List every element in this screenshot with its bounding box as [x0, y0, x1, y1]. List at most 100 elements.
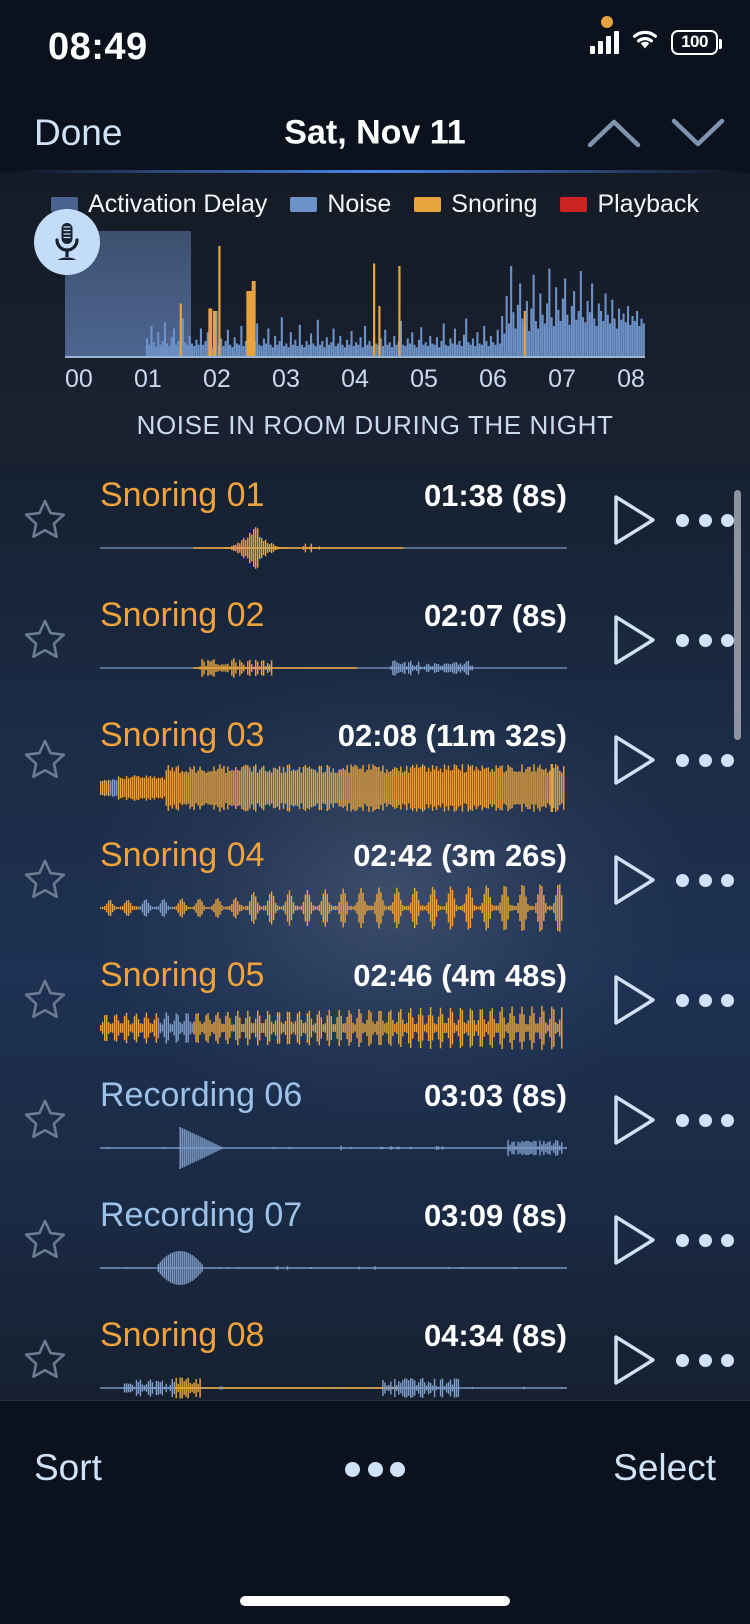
microphone-icon[interactable] — [34, 209, 100, 275]
chart-plot-area[interactable] — [34, 209, 645, 356]
list-item-title: Snoring 08 — [100, 1316, 265, 1354]
list-item-header: Snoring 08 04:34 (8s) — [100, 1316, 567, 1358]
star-outline-icon[interactable] — [22, 617, 68, 663]
list-item-time: 02:08 (11m 32s) — [337, 718, 567, 753]
ellipsis-icon[interactable] — [345, 1461, 405, 1477]
list-item[interactable]: Snoring 08 04:34 (8s) — [0, 1300, 750, 1400]
play-triangle-icon[interactable] — [610, 733, 658, 787]
x-tick: 07 — [548, 365, 576, 393]
ellipsis-icon[interactable] — [676, 1232, 734, 1248]
status-bar-icons: 100 — [590, 28, 722, 56]
noise-chart-panel[interactable]: Activation Delay Noise Snoring Playback — [0, 173, 750, 461]
list-item-title: Recording 07 — [100, 1196, 303, 1234]
legend-item-playback: Playback — [560, 190, 699, 219]
play-triangle-icon[interactable] — [610, 1093, 658, 1147]
list-item-title: Snoring 05 — [100, 956, 265, 994]
ellipsis-icon[interactable] — [676, 1112, 734, 1128]
chart-legend: Activation Delay Noise Snoring Playback — [0, 190, 750, 219]
ellipsis-icon[interactable] — [676, 992, 734, 1008]
list-item[interactable]: Snoring 04 02:42 (3m 26s) — [0, 820, 750, 940]
ellipsis-icon[interactable] — [676, 632, 734, 648]
legend-label-snoring: Snoring — [451, 190, 538, 218]
recordings-list[interactable]: Snoring 01 01:38 (8s) Snoring 02 02:07 (… — [0, 460, 750, 1400]
list-item[interactable]: Snoring 03 02:08 (11m 32s) — [0, 700, 750, 820]
list-item-title: Recording 06 — [100, 1076, 303, 1114]
list-item-time: 03:03 (8s) — [423, 1078, 567, 1113]
battery-level-label: 100 — [681, 32, 708, 51]
play-triangle-icon[interactable] — [610, 973, 658, 1027]
chart-x-axis: 00 01 02 03 04 05 06 07 08 — [65, 365, 645, 394]
list-item-header: Snoring 04 02:42 (3m 26s) — [100, 836, 567, 878]
play-triangle-icon[interactable] — [610, 493, 658, 547]
cellular-signal-icon — [590, 30, 619, 54]
list-item-title: Snoring 01 — [100, 476, 265, 514]
battery-icon: 100 — [671, 29, 722, 55]
list-item-waveform[interactable] — [100, 882, 567, 934]
play-triangle-icon[interactable] — [610, 853, 658, 907]
star-outline-icon[interactable] — [22, 737, 68, 783]
play-triangle-icon[interactable] — [610, 1333, 658, 1387]
list-item-title: Snoring 03 — [100, 716, 265, 754]
status-bar-time: 08:49 — [48, 26, 148, 68]
list-item-time: 02:07 (8s) — [423, 598, 567, 633]
x-tick: 08 — [617, 365, 645, 393]
x-tick: 00 — [65, 365, 93, 393]
list-item-time: 02:46 (4m 48s) — [353, 958, 567, 993]
list-item[interactable]: Recording 06 03:03 (8s) — [0, 1060, 750, 1180]
list-item-header: Snoring 03 02:08 (11m 32s) — [100, 716, 567, 758]
x-tick: 01 — [134, 365, 162, 393]
chart-caption: NOISE IN ROOM DURING THE NIGHT — [136, 410, 614, 440]
ellipsis-icon[interactable] — [676, 752, 734, 768]
list-item-waveform[interactable] — [100, 1242, 567, 1294]
list-item-waveform[interactable] — [100, 642, 567, 694]
star-outline-icon[interactable] — [22, 1097, 68, 1143]
x-tick: 02 — [203, 365, 231, 393]
list-item-title: Snoring 02 — [100, 596, 265, 634]
list-item[interactable]: Snoring 02 02:07 (8s) — [0, 580, 750, 700]
list-item-header: Recording 07 03:09 (8s) — [100, 1196, 567, 1238]
legend-label-activation-delay: Activation Delay — [88, 190, 268, 218]
legend-item-snoring: Snoring — [414, 190, 537, 219]
sort-button[interactable]: Sort — [34, 1447, 102, 1489]
star-outline-icon[interactable] — [22, 1337, 68, 1383]
wifi-icon — [630, 28, 660, 56]
select-button[interactable]: Select — [613, 1447, 716, 1489]
chevron-up-icon[interactable] — [586, 116, 642, 150]
list-item-waveform[interactable] — [100, 762, 567, 814]
list-item-title: Snoring 04 — [100, 836, 265, 874]
star-outline-icon[interactable] — [22, 977, 68, 1023]
recording-indicator-dot — [601, 16, 613, 28]
star-outline-icon[interactable] — [22, 497, 68, 543]
list-item-waveform[interactable] — [100, 1122, 567, 1174]
done-button[interactable]: Done — [34, 112, 122, 154]
nav-arrows — [586, 116, 726, 150]
play-triangle-icon[interactable] — [610, 1213, 658, 1267]
list-item-waveform[interactable] — [100, 1362, 567, 1400]
list-item-waveform[interactable] — [100, 522, 567, 574]
page-title: Sat, Nov 11 — [284, 113, 466, 152]
legend-swatch-snoring — [414, 197, 442, 212]
star-outline-icon[interactable] — [22, 857, 68, 903]
navigation-bar: Done Sat, Nov 11 — [0, 96, 750, 170]
x-tick: 03 — [272, 365, 300, 393]
list-item[interactable]: Recording 07 03:09 (8s) — [0, 1180, 750, 1300]
noise-bars — [65, 231, 645, 356]
list-item-time: 04:34 (8s) — [423, 1318, 567, 1353]
ellipsis-icon[interactable] — [676, 1352, 734, 1368]
legend-item-noise: Noise — [290, 190, 391, 219]
list-item-header: Snoring 01 01:38 (8s) — [100, 476, 567, 518]
scrollbar-thumb[interactable] — [734, 490, 741, 740]
x-tick: 05 — [410, 365, 438, 393]
star-outline-icon[interactable] — [22, 1217, 68, 1263]
ellipsis-icon[interactable] — [676, 872, 734, 888]
list-item-time: 01:38 (8s) — [423, 478, 567, 513]
list-item-waveform[interactable] — [100, 1002, 567, 1054]
list-item[interactable]: Snoring 05 02:46 (4m 48s) — [0, 940, 750, 1060]
chevron-down-icon[interactable] — [670, 116, 726, 150]
play-triangle-icon[interactable] — [610, 613, 658, 667]
chart-axis-line — [65, 356, 645, 358]
list-item[interactable]: Snoring 01 01:38 (8s) — [0, 460, 750, 580]
ellipsis-icon[interactable] — [676, 512, 734, 528]
status-bar: 08:49 100 — [0, 0, 750, 96]
legend-swatch-playback — [560, 197, 588, 212]
